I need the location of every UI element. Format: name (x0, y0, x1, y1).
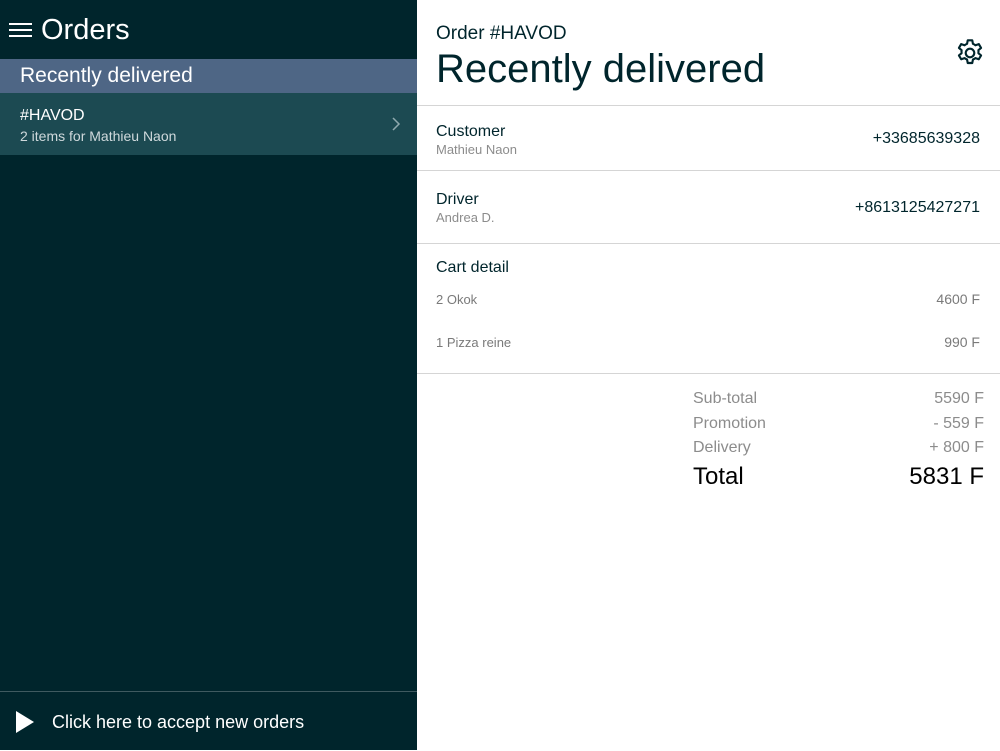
gear-icon[interactable] (954, 37, 986, 69)
delivery-label: Delivery (693, 439, 751, 456)
play-icon (16, 711, 34, 733)
section-header: Recently delivered (0, 59, 417, 93)
cart-item-price: 4600 F (936, 291, 980, 307)
customer-label: Customer (436, 123, 506, 140)
order-code: #HAVOD (20, 107, 85, 124)
order-number: Order #HAVOD (436, 23, 567, 44)
subtotal-value: 5590 F (934, 390, 984, 407)
order-subtitle: 2 items for Mathieu Naon (20, 128, 177, 144)
hamburger-menu-icon[interactable] (9, 21, 32, 39)
sidebar: Orders Recently delivered #HAVOD 2 items… (0, 0, 417, 750)
driver-label: Driver (436, 191, 479, 208)
page-title: Recently delivered (436, 47, 766, 91)
customer-phone-link[interactable]: +33685639328 (873, 130, 980, 148)
driver-phone-link[interactable]: +8613125427271 (855, 199, 980, 217)
cart-detail-title: Cart detail (436, 259, 509, 276)
section-header-label: Recently delivered (20, 64, 193, 87)
promotion-label: Promotion (693, 415, 766, 432)
sidebar-header: Orders (0, 0, 417, 59)
chevron-right-icon (392, 117, 401, 131)
customer-name: Mathieu Naon (436, 142, 517, 157)
app-title: Orders (41, 14, 130, 46)
cart-item-price: 990 F (944, 334, 980, 350)
promotion-value: - 559 F (933, 415, 984, 432)
total-value: 5831 F (909, 463, 984, 490)
divider (417, 243, 1000, 244)
divider (417, 170, 1000, 171)
cart-item-name: 2 Okok (436, 292, 478, 307)
order-list-item[interactable]: #HAVOD 2 items for Mathieu Naon (0, 93, 417, 155)
divider (417, 105, 1000, 106)
subtotal-label: Sub-total (693, 390, 758, 407)
cart-item-name: 1 Pizza reine (436, 335, 512, 350)
divider (417, 373, 1000, 374)
accept-orders-button[interactable]: Click here to accept new orders (0, 691, 417, 751)
delivery-value: + 800 F (929, 439, 984, 456)
total-label: Total (693, 463, 744, 490)
driver-name: Andrea D. (436, 210, 495, 225)
order-detail-panel: Order #HAVOD Recently delivered Customer… (417, 0, 1000, 750)
accept-orders-label: Click here to accept new orders (52, 712, 305, 732)
